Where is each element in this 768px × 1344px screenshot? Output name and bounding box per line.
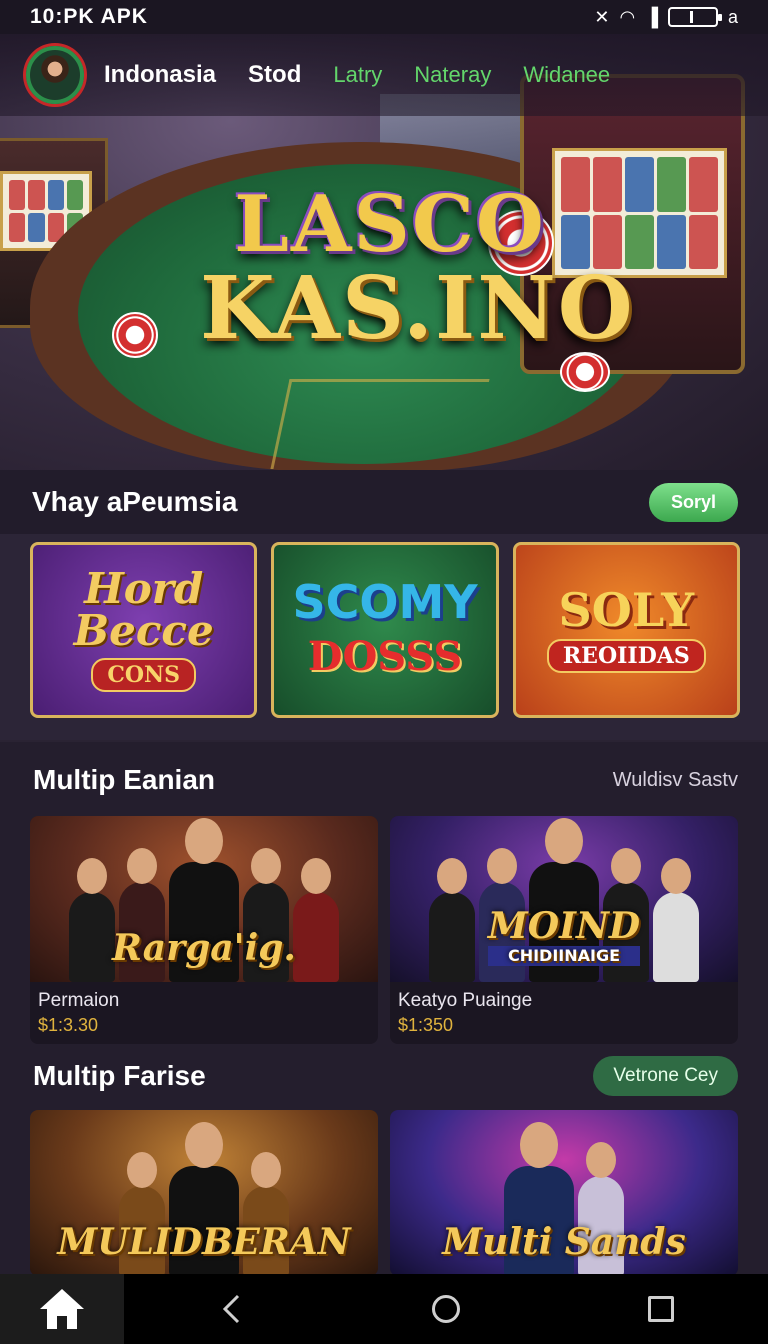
hero-logo-line1: LASCO [234, 179, 546, 270]
multiplayer-featured-section: Multip Farise Vetrone Cey MULIDBERAN Mul… [0, 1052, 768, 1276]
game-logo: Rarga'ig. [112, 927, 296, 969]
hero-logo: LASCO KAS.INO [200, 179, 635, 359]
game-logo: Multi Sands [442, 1221, 686, 1263]
view-all-link[interactable]: Wuldisv Sastv [613, 769, 738, 792]
game-card[interactable]: MULIDBERAN [30, 1110, 378, 1276]
square-icon [647, 1296, 674, 1322]
recents-button[interactable] [553, 1296, 768, 1322]
game-cards: Rarga'ig. Permaion $1:3.30 MOIND CHIDIIN… [30, 816, 738, 1044]
promo-section-header: Vhay aPeumsia Soryl [0, 470, 768, 534]
section-title: Multip Eanian [33, 764, 215, 795]
table-markings [270, 379, 490, 469]
nav-item-latry[interactable]: Latry [333, 62, 382, 88]
back-button[interactable] [124, 1293, 339, 1325]
game-price: $1:3.30 [38, 1015, 99, 1035]
multiplayer-section-header: Multip Eanian Wuldisv Sastv [33, 764, 738, 796]
home-button[interactable] [339, 1295, 554, 1323]
battery-suffix: a [727, 6, 738, 27]
poker-chip-icon [112, 312, 158, 358]
view-category-button[interactable]: Vetrone Cey [593, 1056, 738, 1096]
status-time: 10:PK APK [30, 5, 148, 28]
promo-subtitle: CONS [91, 658, 196, 692]
battery-icon [667, 7, 722, 27]
hero-logo-line2: KAS.INO [200, 258, 635, 359]
multiplayer-section: Multip Eanian Wuldisv Sastv Rarga'ig. Pe… [0, 742, 768, 1052]
signal-icon: ▐ [645, 6, 658, 27]
game-card[interactable]: Rarga'ig. Permaion $1:3.30 [30, 816, 378, 1044]
promo-card[interactable]: SOLY REOIIDAS [512, 542, 740, 718]
notification-off-icon: ✕ [594, 6, 610, 27]
back-icon [223, 1294, 240, 1324]
game-card[interactable]: Multi Sands [390, 1110, 738, 1276]
promo-section: Vhay aPeumsia Soryl Hord Becce CONS SCOM… [0, 470, 768, 740]
game-logo: MULIDBERAN [57, 1221, 351, 1263]
promo-card[interactable]: Hord Becce CONS [30, 542, 258, 718]
home-icon [40, 1289, 84, 1329]
home-tab-button[interactable] [0, 1274, 124, 1344]
game-thumbnail: MULIDBERAN [30, 1110, 378, 1276]
status-icons: ✕ ◠ ▐ a [594, 7, 738, 28]
promo-title: SOLY [558, 583, 695, 637]
promo-title: SCOMY [292, 574, 478, 629]
game-thumbnail: Multi Sands [390, 1110, 738, 1276]
promo-card[interactable]: SCOMY DOSSS [271, 542, 499, 718]
game-logo: MOIND CHIDIINAIGE [487, 905, 641, 966]
status-bar: 10:PK APK ✕ ◠ ▐ a [0, 0, 768, 34]
section-title: Vhay aPeumsia [32, 486, 238, 517]
sort-button[interactable]: Soryl [648, 482, 738, 522]
game-logo-subtitle: CHIDIINAIGE [487, 946, 641, 966]
nav-item-widanee[interactable]: Widanee [523, 62, 610, 88]
avatar[interactable] [26, 46, 84, 104]
featured-section-header: Multip Farise Vetrone Cey [33, 1056, 738, 1096]
promo-cards: Hord Becce CONS SCOMY DOSSS SOLY REOIIDA… [30, 542, 740, 718]
nav-item-indonasia[interactable]: Indonasia [104, 61, 216, 89]
system-navigation-bar [0, 1274, 768, 1344]
game-name: Keatyo Puainge [398, 990, 533, 1011]
promo-subtitle: DOSSS [307, 632, 463, 680]
promo-subtitle: REOIIDAS [546, 639, 706, 673]
top-navigation: Indonasia Stod Latry Nateray Widanee [0, 34, 768, 116]
game-info: Permaion $1:3.30 [30, 982, 378, 1044]
game-card[interactable]: MOIND CHIDIINAIGE Keatyo Puainge $1:350 [390, 816, 738, 1044]
section-title: Multip Farise [33, 1060, 206, 1091]
game-name: Permaion [38, 990, 120, 1011]
game-info: Keatyo Puainge $1:350 [390, 982, 738, 1044]
nav-item-stod[interactable]: Stod [248, 61, 301, 89]
game-price: $1:350 [398, 1015, 454, 1035]
circle-icon [432, 1295, 460, 1323]
promo-title: Hord Becce [73, 564, 214, 655]
wifi-icon: ◠ [619, 6, 636, 27]
game-cards: MULIDBERAN Multi Sands [30, 1110, 738, 1276]
game-thumbnail: MOIND CHIDIINAIGE [390, 816, 738, 982]
nav-item-nateray[interactable]: Nateray [414, 62, 491, 88]
game-thumbnail: Rarga'ig. [30, 816, 378, 982]
